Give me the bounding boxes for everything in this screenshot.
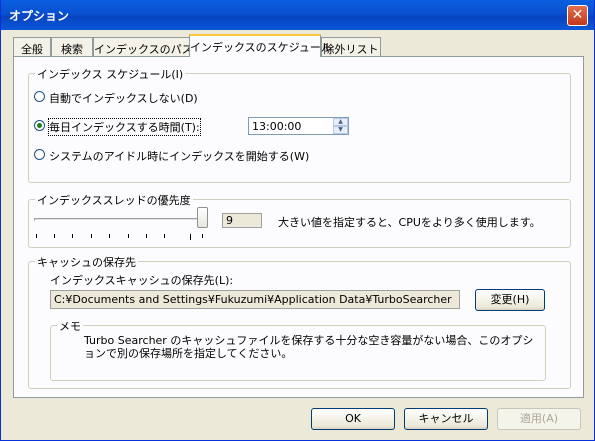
window-title: オプション: [9, 9, 70, 23]
tab-index-paths[interactable]: インデックスのパス: [93, 37, 193, 56]
priority-slider-thumb[interactable]: [197, 207, 208, 228]
time-spinner[interactable]: 13:00:00 ▲ ▼: [248, 117, 349, 135]
slider-tick: [91, 234, 92, 238]
cache-group-label: キャッシュの保存先: [35, 254, 138, 270]
spin-up-icon[interactable]: ▲: [333, 118, 348, 126]
time-input[interactable]: 13:00:00: [252, 120, 301, 133]
priority-value: 9: [222, 213, 262, 228]
slider-tick: [72, 234, 73, 238]
tab-index-schedule[interactable]: インデックスのスケジュール: [189, 34, 332, 57]
tab-search[interactable]: 検索: [51, 37, 93, 56]
cache-path-label: インデックスキャッシュの保存先(L):: [50, 274, 234, 287]
slider-tick: [190, 234, 191, 240]
spin-down-icon[interactable]: ▼: [333, 126, 348, 134]
radio-label: 自動でインデックスしない(D): [49, 92, 198, 105]
slider-tick: [109, 234, 110, 238]
change-path-button[interactable]: 変更(H): [475, 289, 545, 311]
cache-path-field[interactable]: C:¥Documents and Settings¥Fukuzumi¥Appli…: [50, 290, 460, 309]
radio-button-icon[interactable]: [34, 91, 45, 102]
schedule-group-label: インデックス スケジュール(I): [35, 66, 186, 82]
radio-label: システムのアイドル時にインデックスを開始する(W): [49, 150, 310, 163]
memo-group-label: メモ: [57, 318, 83, 334]
title-bar[interactable]: オプション ✕: [1, 0, 594, 30]
radio-button-icon[interactable]: [34, 149, 45, 160]
slider-tick: [128, 234, 129, 238]
cancel-button[interactable]: キャンセル: [404, 408, 488, 430]
priority-slider-track[interactable]: [34, 218, 204, 221]
radio-button-icon[interactable]: [34, 120, 45, 131]
slider-tick: [164, 234, 165, 238]
close-button[interactable]: ✕: [567, 5, 588, 26]
slider-tick: [202, 234, 203, 238]
schedule-tab-panel: インデックス スケジュール(I) 自動でインデックスしない(D) 毎日インデック…: [13, 56, 584, 398]
memo-text: Turbo Searcher のキャッシュファイルを保存する十分な空き容量がない…: [84, 334, 534, 360]
apply-button[interactable]: 適用(A): [497, 408, 581, 430]
priority-hint: 大きい値を指定すると、CPUをより多く使用します。: [278, 216, 541, 229]
priority-group-label: インデックススレッドの優先度: [35, 192, 193, 208]
spinner-buttons: ▲ ▼: [333, 118, 348, 134]
slider-tick: [54, 234, 55, 238]
options-dialog: オプション ✕ 全般 検索 インデックスのパス インデックスのスケジュール 除外…: [0, 0, 595, 441]
tab-general[interactable]: 全般: [13, 37, 51, 56]
ok-button[interactable]: OK: [311, 408, 395, 430]
radio-label: 毎日インデックスする時間(T):: [48, 118, 201, 136]
slider-tick: [146, 234, 147, 238]
slider-tick: [36, 234, 37, 238]
